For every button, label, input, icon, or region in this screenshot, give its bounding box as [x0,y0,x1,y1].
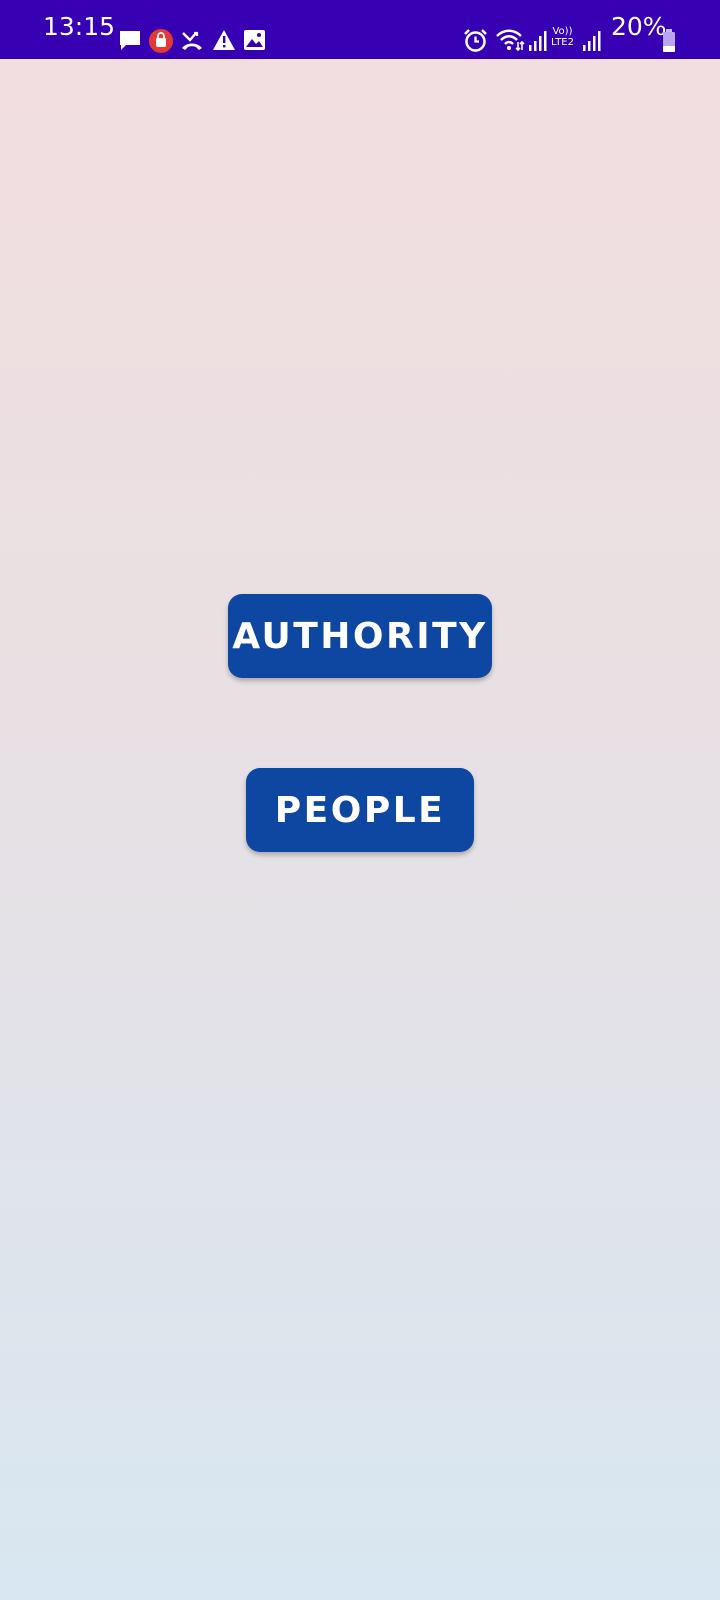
signal-icon [583,31,601,51]
lte-label: LTE2 [551,37,574,48]
battery-percentage: 20% [611,12,667,41]
volte-label: Vo)) [552,26,573,37]
image-icon [244,30,265,50]
wifi-icon [496,29,525,52]
signal-icon [529,31,547,51]
missed-call-icon [182,31,202,50]
battery-icon [663,29,675,52]
status-bar: 13:15 Vo)) LTE2 20% [0,0,720,59]
status-time: 13:15 [43,12,116,41]
message-icon [120,31,140,50]
alarm-icon [464,29,487,52]
authority-button[interactable]: AUTHORITY [228,594,492,678]
network-type-label: Vo)) LTE2 [551,26,574,49]
warning-icon [213,30,235,50]
people-button[interactable]: PEOPLE [246,768,474,852]
shopping-bag-notification-icon [149,29,173,53]
